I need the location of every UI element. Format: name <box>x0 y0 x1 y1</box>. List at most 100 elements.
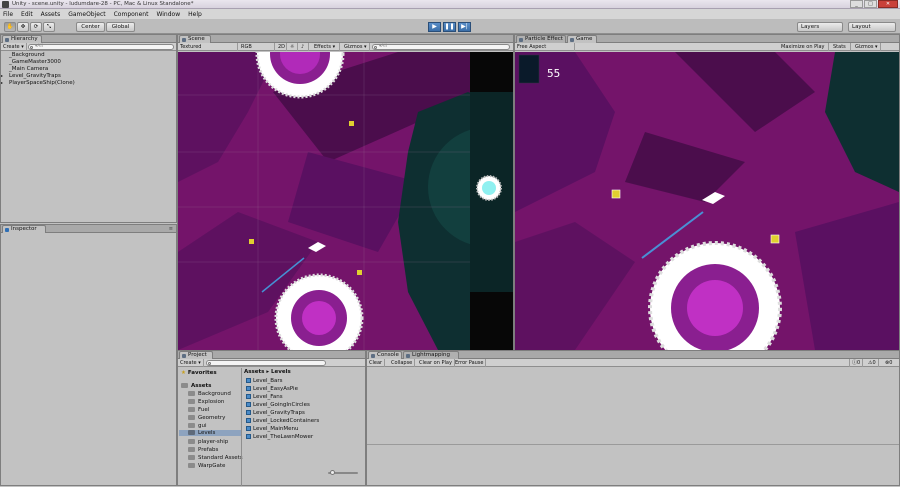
menu-assets[interactable]: Assets <box>41 11 61 18</box>
game-viewport[interactable]: 55 <box>515 52 899 350</box>
list-item[interactable]: Level_MainMenu <box>246 426 299 432</box>
mode-2d-toggle[interactable]: 2D <box>276 43 287 51</box>
project-search-input[interactable] <box>206 360 326 366</box>
layers-dropdown[interactable]: Layers <box>797 22 843 32</box>
folder-label: Standard Assets <box>198 455 243 461</box>
hierarchy-item-expandable[interactable]: ▸ Level_GravityTraps <box>1 73 61 79</box>
folder-item[interactable]: Explosion <box>188 399 224 405</box>
gizmos-dropdown[interactable]: Gizmos ▾ <box>853 43 881 51</box>
console-splitter[interactable] <box>367 444 899 445</box>
tab-scene[interactable]: Scene <box>179 35 211 43</box>
folder-item-selected[interactable]: Levels <box>179 430 241 436</box>
menu-edit[interactable]: Edit <box>21 11 33 18</box>
panel-menu-icon[interactable]: ≡ <box>169 226 173 232</box>
file-label: Level_LockedContainers <box>253 418 320 424</box>
file-label: Level_Fans <box>253 394 283 400</box>
menu-gameobject[interactable]: GameObject <box>68 11 105 18</box>
menu-file[interactable]: File <box>3 11 13 18</box>
folder-item[interactable]: Standard Assets <box>188 455 243 461</box>
hierarchy-item-expandable[interactable]: ▸ PlayerSpaceShip(Clone) <box>1 80 75 86</box>
layout-dropdown[interactable]: Layout <box>848 22 896 32</box>
folder-item[interactable]: Geometry <box>188 415 225 421</box>
hierarchy-search-input[interactable]: ▾All <box>28 44 174 50</box>
folder-item[interactable]: Background <box>188 391 231 397</box>
tab-hierarchy[interactable]: Hierarchy <box>2 35 42 43</box>
menu-help[interactable]: Help <box>188 11 202 18</box>
shading-dropdown[interactable]: Textured <box>178 43 238 51</box>
tab-console-label: Console <box>377 352 399 358</box>
close-button[interactable]: ✕ <box>878 0 898 8</box>
slider-thumb[interactable] <box>330 470 335 475</box>
audio-toggle-icon[interactable]: ♪ <box>299 43 309 51</box>
tab-game[interactable]: Game <box>567 35 597 43</box>
maximize-button[interactable]: □ <box>864 0 877 8</box>
menu-component[interactable]: Component <box>114 11 149 18</box>
tab-project[interactable]: Project <box>179 351 213 359</box>
hierarchy-item[interactable]: _GameMaster3000 <box>4 59 61 65</box>
scene-icon <box>182 38 186 42</box>
collapse-button[interactable]: Collapse <box>389 359 416 367</box>
error-pause-button[interactable]: Error Pause <box>453 359 487 367</box>
favorites-node[interactable]: ★ Favorites <box>181 370 217 376</box>
hierarchy-panel: Hierarchy Create ▾ ▾All _Background _Gam… <box>0 34 177 223</box>
folder-item[interactable]: gui <box>188 423 207 429</box>
menu-window[interactable]: Window <box>156 11 180 18</box>
rotate-tool-icon[interactable]: ⟳ <box>30 22 42 32</box>
warning-count[interactable]: ⚠0 <box>866 359 879 367</box>
scene-tabstrip <box>178 35 513 43</box>
move-tool-icon[interactable]: ✥ <box>17 22 29 32</box>
tab-particle-effect[interactable]: Particle Effect <box>516 35 566 43</box>
step-button[interactable]: ▶| <box>458 22 471 32</box>
pause-button[interactable]: ❚❚ <box>443 22 456 32</box>
folder-item[interactable]: Prefabs <box>188 447 218 453</box>
list-item[interactable]: Level_EasyAsPie <box>246 386 298 392</box>
log-count[interactable]: ⓘ0 <box>849 359 864 367</box>
clear-on-play-button[interactable]: Clear on Play <box>417 359 455 367</box>
tab-game-label: Game <box>576 36 593 42</box>
gizmos-dropdown[interactable]: Gizmos ▾ <box>342 43 370 51</box>
clear-button[interactable]: Clear <box>367 359 386 367</box>
fuel-pickup <box>349 121 354 126</box>
minimize-button[interactable]: _ <box>850 0 863 8</box>
tab-particle-label: Particle Effect <box>525 36 563 42</box>
pivot-center-button[interactable]: Center <box>76 22 105 32</box>
game-subbar: Free Aspect Maximize on Play Stats Gizmo… <box>515 43 899 51</box>
list-item[interactable]: Level_GravityTraps <box>246 410 305 416</box>
project-create-button[interactable]: Create ▾ <box>178 359 204 367</box>
scale-tool-icon[interactable]: ⤡ <box>43 22 55 32</box>
breadcrumb-root[interactable]: Assets <box>244 369 264 375</box>
hierarchy-item-label: Level_GravityTraps <box>9 73 61 79</box>
tab-console[interactable]: Console <box>368 351 402 359</box>
folder-item[interactable]: WarpGate <box>188 463 225 469</box>
list-item[interactable]: Level_LockedContainers <box>246 418 319 424</box>
inspector-panel: Inspector ≡ <box>0 224 177 486</box>
hierarchy-item[interactable]: _Background <box>4 52 45 58</box>
folder-icon <box>188 430 195 435</box>
stats-toggle[interactable]: Stats <box>831 43 851 51</box>
breadcrumb-leaf[interactable]: Levels <box>271 369 291 375</box>
hand-tool-icon[interactable]: ✋ <box>4 22 16 32</box>
global-space-button[interactable]: Global <box>106 22 135 32</box>
folder-item[interactable]: Fuel <box>188 407 209 413</box>
assets-node[interactable]: Assets <box>181 383 211 389</box>
tab-lightmapping[interactable]: Lightmapping <box>403 351 459 359</box>
lighting-toggle-icon[interactable]: ☼ <box>288 43 298 51</box>
list-item[interactable]: Level_Bars <box>246 378 283 384</box>
scene-search-input[interactable]: ▾All <box>372 44 510 50</box>
scene-viewport[interactable] <box>178 52 513 350</box>
effects-dropdown[interactable]: Effects ▾ <box>312 43 340 51</box>
list-item[interactable]: Level_Fans <box>246 394 283 400</box>
list-item[interactable]: Level_TheLawnMower <box>246 434 313 440</box>
render-mode-dropdown[interactable]: RGB <box>239 43 275 51</box>
error-count[interactable]: ⊗0 <box>883 359 894 367</box>
tab-inspector[interactable]: Inspector <box>2 225 46 233</box>
hierarchy-create-button[interactable]: Create ▾ <box>1 43 27 51</box>
folder-item[interactable]: player-ship <box>188 439 228 445</box>
hierarchy-item[interactable]: _Main Camera <box>4 66 48 72</box>
list-item[interactable]: Level_GoingInCircles <box>246 402 310 408</box>
maximize-on-play-toggle[interactable]: Maximize on Play <box>779 43 829 51</box>
scene-search-placeholder: ▾All <box>379 44 387 49</box>
search-icon <box>374 46 377 49</box>
play-button[interactable]: ▶ <box>428 22 441 32</box>
aspect-dropdown[interactable]: Free Aspect <box>515 43 575 51</box>
